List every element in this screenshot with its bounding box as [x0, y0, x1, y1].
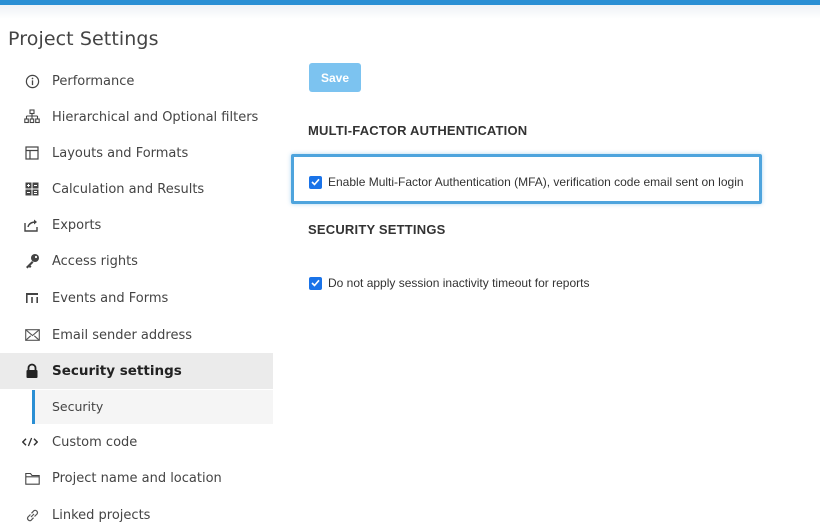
sidebar-item-hierarchical-filters[interactable]: Hierarchical and Optional filters — [0, 99, 273, 135]
sidebar-subitem-label: Security — [52, 399, 104, 414]
sidebar-item-access-rights[interactable]: Access rights — [0, 243, 273, 279]
mfa-checkbox-label[interactable]: Enable Multi-Factor Authentication (MFA)… — [328, 175, 744, 189]
active-indicator — [32, 390, 35, 424]
envelope-icon — [24, 327, 40, 343]
header-shadow — [0, 5, 820, 19]
export-icon — [24, 217, 40, 233]
calculator-icon — [24, 181, 40, 197]
session-timeout-checkbox[interactable] — [309, 276, 322, 290]
section-title-mfa: MULTI-FACTOR AUTHENTICATION — [308, 123, 528, 138]
sidebar-item-exports[interactable]: Exports — [0, 207, 273, 243]
sidebar-item-label: Custom code — [52, 434, 138, 450]
sidebar-item-label: Calculation and Results — [52, 181, 205, 197]
sidebar-item-label: Email sender address — [52, 327, 193, 343]
sidebar-item-custom-code[interactable]: Custom code — [0, 424, 273, 460]
sidebar-item-label: Hierarchical and Optional filters — [52, 109, 259, 125]
session-timeout-checkbox-label[interactable]: Do not apply session inactivity timeout … — [328, 276, 589, 290]
sidebar-item-performance[interactable]: Performance — [0, 63, 273, 99]
sidebar-item-label: Exports — [52, 217, 102, 233]
sidebar-item-linked-projects[interactable]: Linked projects — [0, 497, 273, 530]
sidebar-item-calculation-results[interactable]: Calculation and Results — [0, 171, 273, 207]
sidebar-item-label: Layouts and Formats — [52, 145, 189, 161]
sidebar-item-layouts-formats[interactable]: Layouts and Formats — [0, 135, 273, 171]
page-title: Project Settings — [8, 28, 159, 50]
checkmark-icon — [311, 279, 320, 287]
sidebar-subitem-security[interactable]: Security — [32, 390, 273, 424]
sidebar-item-label: Linked projects — [52, 507, 151, 523]
sidebar-item-label: Project name and location — [52, 470, 222, 486]
sidebar-item-security-settings[interactable]: Security settings — [0, 353, 273, 389]
sidebar-item-label: Performance — [52, 73, 135, 89]
checkmark-icon — [311, 178, 320, 186]
sidebar-item-label: Access rights — [52, 253, 138, 269]
key-icon — [24, 253, 40, 269]
form-icon — [24, 290, 40, 306]
sidebar-item-label: Events and Forms — [52, 290, 169, 306]
layout-icon — [24, 145, 40, 161]
sidebar-item-project-name-location[interactable]: Project name and location — [0, 460, 273, 496]
sidebar-item-events-forms[interactable]: Events and Forms — [0, 280, 273, 316]
session-timeout-option: Do not apply session inactivity timeout … — [309, 276, 589, 290]
section-title-security: SECURITY SETTINGS — [308, 222, 446, 237]
folder-icon — [24, 470, 40, 486]
save-button[interactable]: Save — [309, 63, 361, 92]
sidebar-item-label: Security settings — [52, 363, 182, 379]
hierarchy-icon — [24, 109, 40, 125]
mfa-option: Enable Multi-Factor Authentication (MFA)… — [309, 175, 744, 189]
code-icon — [22, 434, 38, 450]
link-icon — [24, 507, 40, 523]
mfa-checkbox[interactable] — [309, 175, 322, 189]
info-circle-icon — [24, 73, 40, 89]
lock-icon — [24, 363, 40, 379]
sidebar-item-email-sender[interactable]: Email sender address — [0, 317, 273, 353]
